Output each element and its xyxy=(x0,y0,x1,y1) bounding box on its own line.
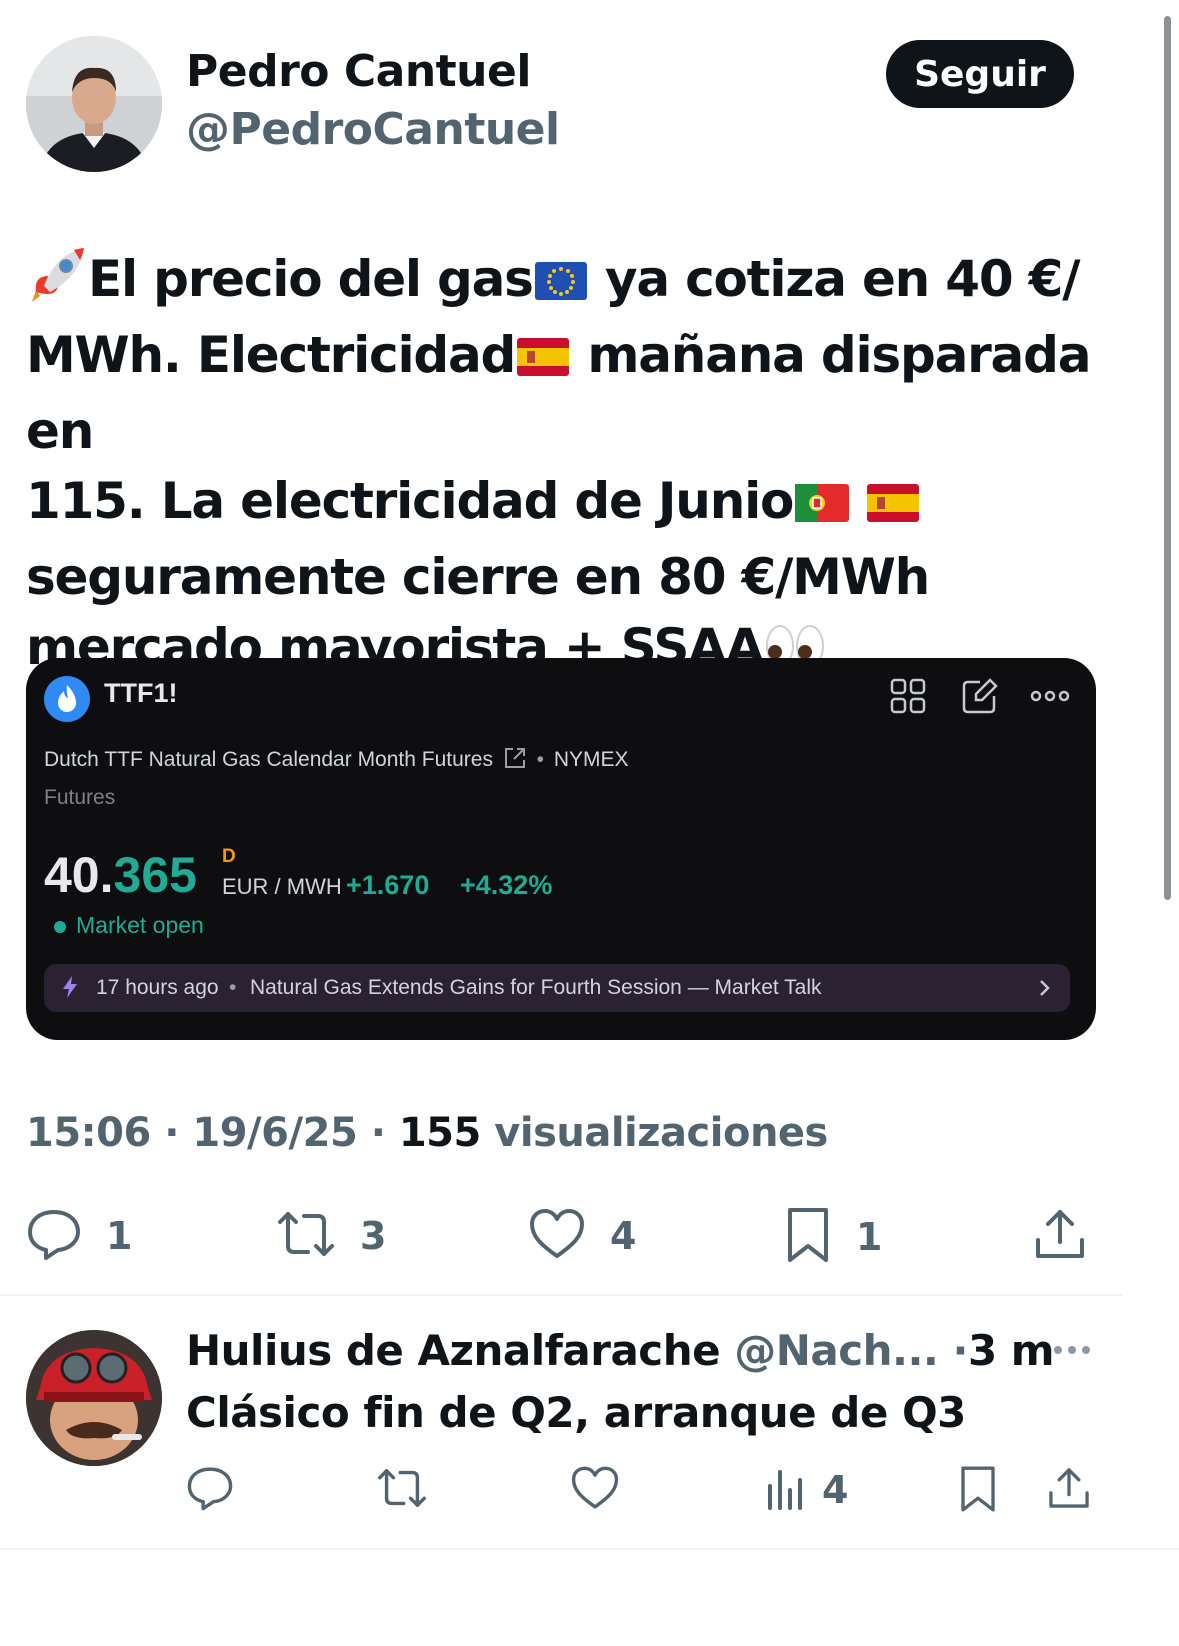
chevron-right-icon[interactable] xyxy=(1038,978,1052,1004)
price-period: D xyxy=(222,846,236,867)
instrument-category: Futures xyxy=(44,786,116,809)
tweet-text-line-3: 115. La electricidad de Junio xyxy=(26,466,1116,542)
price-unit: EUR / MWH xyxy=(222,874,342,899)
price-decimals: 365 xyxy=(113,847,197,903)
views-label: visualizaciones xyxy=(494,1110,828,1156)
eu-flag-icon xyxy=(533,250,589,320)
views-count: 155 xyxy=(398,1110,482,1156)
tweet-text-part: El precio del gas xyxy=(88,250,534,308)
card-symbol: TTF1! xyxy=(104,678,178,708)
market-status: Market open xyxy=(76,912,204,938)
reply-text: Clásico fin de Q2, arranque de Q3 xyxy=(186,1388,966,1437)
exchange-name[interactable]: NYMEX xyxy=(554,748,629,771)
share-icon[interactable] xyxy=(1046,1464,1092,1516)
reply-author-handle[interactable]: @Nach... xyxy=(734,1326,939,1375)
retweet-count: 3 xyxy=(360,1214,387,1258)
news-time: 17 hours ago xyxy=(96,976,219,999)
like-icon[interactable] xyxy=(570,1464,620,1516)
reply-avatar[interactable] xyxy=(26,1330,162,1466)
reply-share-action[interactable] xyxy=(1046,1464,1092,1516)
reply-icon[interactable] xyxy=(26,1206,82,1266)
price-integer: 40. xyxy=(44,847,114,903)
bolt-icon xyxy=(60,974,80,1006)
tweet-meta: 15:06 · 19/6/25 · 155 visualizaciones xyxy=(26,1110,828,1156)
tweet-text-line-2: MWh. Electricidad mañana disparada en xyxy=(26,320,1116,466)
news-bar[interactable]: 17 hours ago • Natural Gas Extends Gains… xyxy=(44,964,1070,1012)
reply-count: 1 xyxy=(106,1214,133,1258)
tweet-text-part: 115. La electricidad de Junio xyxy=(26,472,794,530)
separator-dot: • xyxy=(536,748,545,771)
author-avatar[interactable] xyxy=(26,36,162,172)
edit-icon[interactable] xyxy=(960,676,1000,721)
grid-icon[interactable] xyxy=(888,676,928,721)
market-status-dot xyxy=(54,921,66,933)
card-description[interactable]: Dutch TTF Natural Gas Calendar Month Fut… xyxy=(44,746,629,776)
instrument-description[interactable]: Dutch TTF Natural Gas Calendar Month Fut… xyxy=(44,748,493,771)
reply-views-action[interactable]: 4 xyxy=(764,1464,848,1516)
reply-separator: · xyxy=(952,1326,968,1375)
flame-icon xyxy=(44,676,90,722)
news-headline[interactable]: Natural Gas Extends Gains for Fourth Ses… xyxy=(250,976,822,1000)
divider xyxy=(0,1294,1122,1296)
tweet-text-part: MWh. Electricidad xyxy=(26,326,516,384)
price-change-percent: +4.32% xyxy=(460,870,553,900)
reply-header: Hulius de Aznalfarache @Nach... ·3 m xyxy=(186,1326,1055,1375)
author-name[interactable]: Pedro Cantuel xyxy=(186,46,531,97)
tweet-text-line-1: El precio del gas ya cotiza en 40 €/ xyxy=(26,244,1116,320)
more-icon[interactable] xyxy=(1030,684,1070,713)
reply-like-action[interactable] xyxy=(570,1464,620,1516)
reply-icon[interactable] xyxy=(186,1464,234,1516)
author-handle[interactable]: @PedroCantuel xyxy=(186,104,560,155)
rocket-emoji-icon xyxy=(26,246,88,320)
tweet-time[interactable]: 15:06 xyxy=(26,1110,151,1156)
like-count: 4 xyxy=(610,1214,637,1258)
news-separator: • xyxy=(229,976,237,999)
external-link-icon[interactable] xyxy=(503,746,527,776)
bookmark-icon[interactable] xyxy=(784,1206,832,1268)
reply-more-icon[interactable] xyxy=(1052,1340,1092,1364)
bookmark-count: 1 xyxy=(856,1215,883,1259)
like-icon[interactable] xyxy=(528,1206,586,1266)
retweet-icon[interactable] xyxy=(276,1206,336,1266)
tweet-text-part: ya cotiza en 40 €/ xyxy=(588,250,1081,308)
reply-reply-action[interactable] xyxy=(186,1464,234,1516)
tweet-text: El precio del gas ya cotiza en 40 €/ MWh… xyxy=(26,244,1116,688)
reply-time[interactable]: 3 m xyxy=(968,1326,1055,1375)
like-action[interactable]: 4 xyxy=(528,1206,636,1266)
share-action[interactable] xyxy=(1032,1206,1088,1266)
price-change: +1.670 xyxy=(346,870,430,900)
reply-bookmark-action[interactable] xyxy=(958,1464,998,1518)
reply-author-name[interactable]: Hulius de Aznalfarache xyxy=(186,1326,721,1375)
reply-views-count: 4 xyxy=(822,1468,849,1512)
views-icon[interactable] xyxy=(764,1464,808,1516)
follow-button[interactable]: Seguir xyxy=(886,40,1074,108)
bookmark-action[interactable]: 1 xyxy=(784,1206,882,1268)
retweet-icon[interactable] xyxy=(376,1464,428,1516)
quote-card[interactable]: TTF1! Dutch TTF Natural Gas Calendar Mon… xyxy=(26,658,1096,1040)
scrollbar[interactable] xyxy=(1164,16,1171,900)
reply-action[interactable]: 1 xyxy=(26,1206,132,1266)
retweet-action[interactable]: 3 xyxy=(276,1206,386,1266)
price-value: 40.365 xyxy=(44,846,197,904)
portugal-flag-icon xyxy=(793,472,853,542)
bookmark-icon[interactable] xyxy=(958,1464,998,1518)
spain-flag-icon xyxy=(515,326,571,396)
share-icon[interactable] xyxy=(1032,1206,1088,1266)
bottom-divider xyxy=(0,1548,1179,1550)
tweet-text-line-4: seguramente cierre en 80 €/MWh xyxy=(26,548,930,606)
spain-flag-icon xyxy=(853,472,923,542)
reply-retweet-action[interactable] xyxy=(376,1464,428,1516)
tweet-date[interactable]: 19/6/25 xyxy=(192,1110,357,1156)
